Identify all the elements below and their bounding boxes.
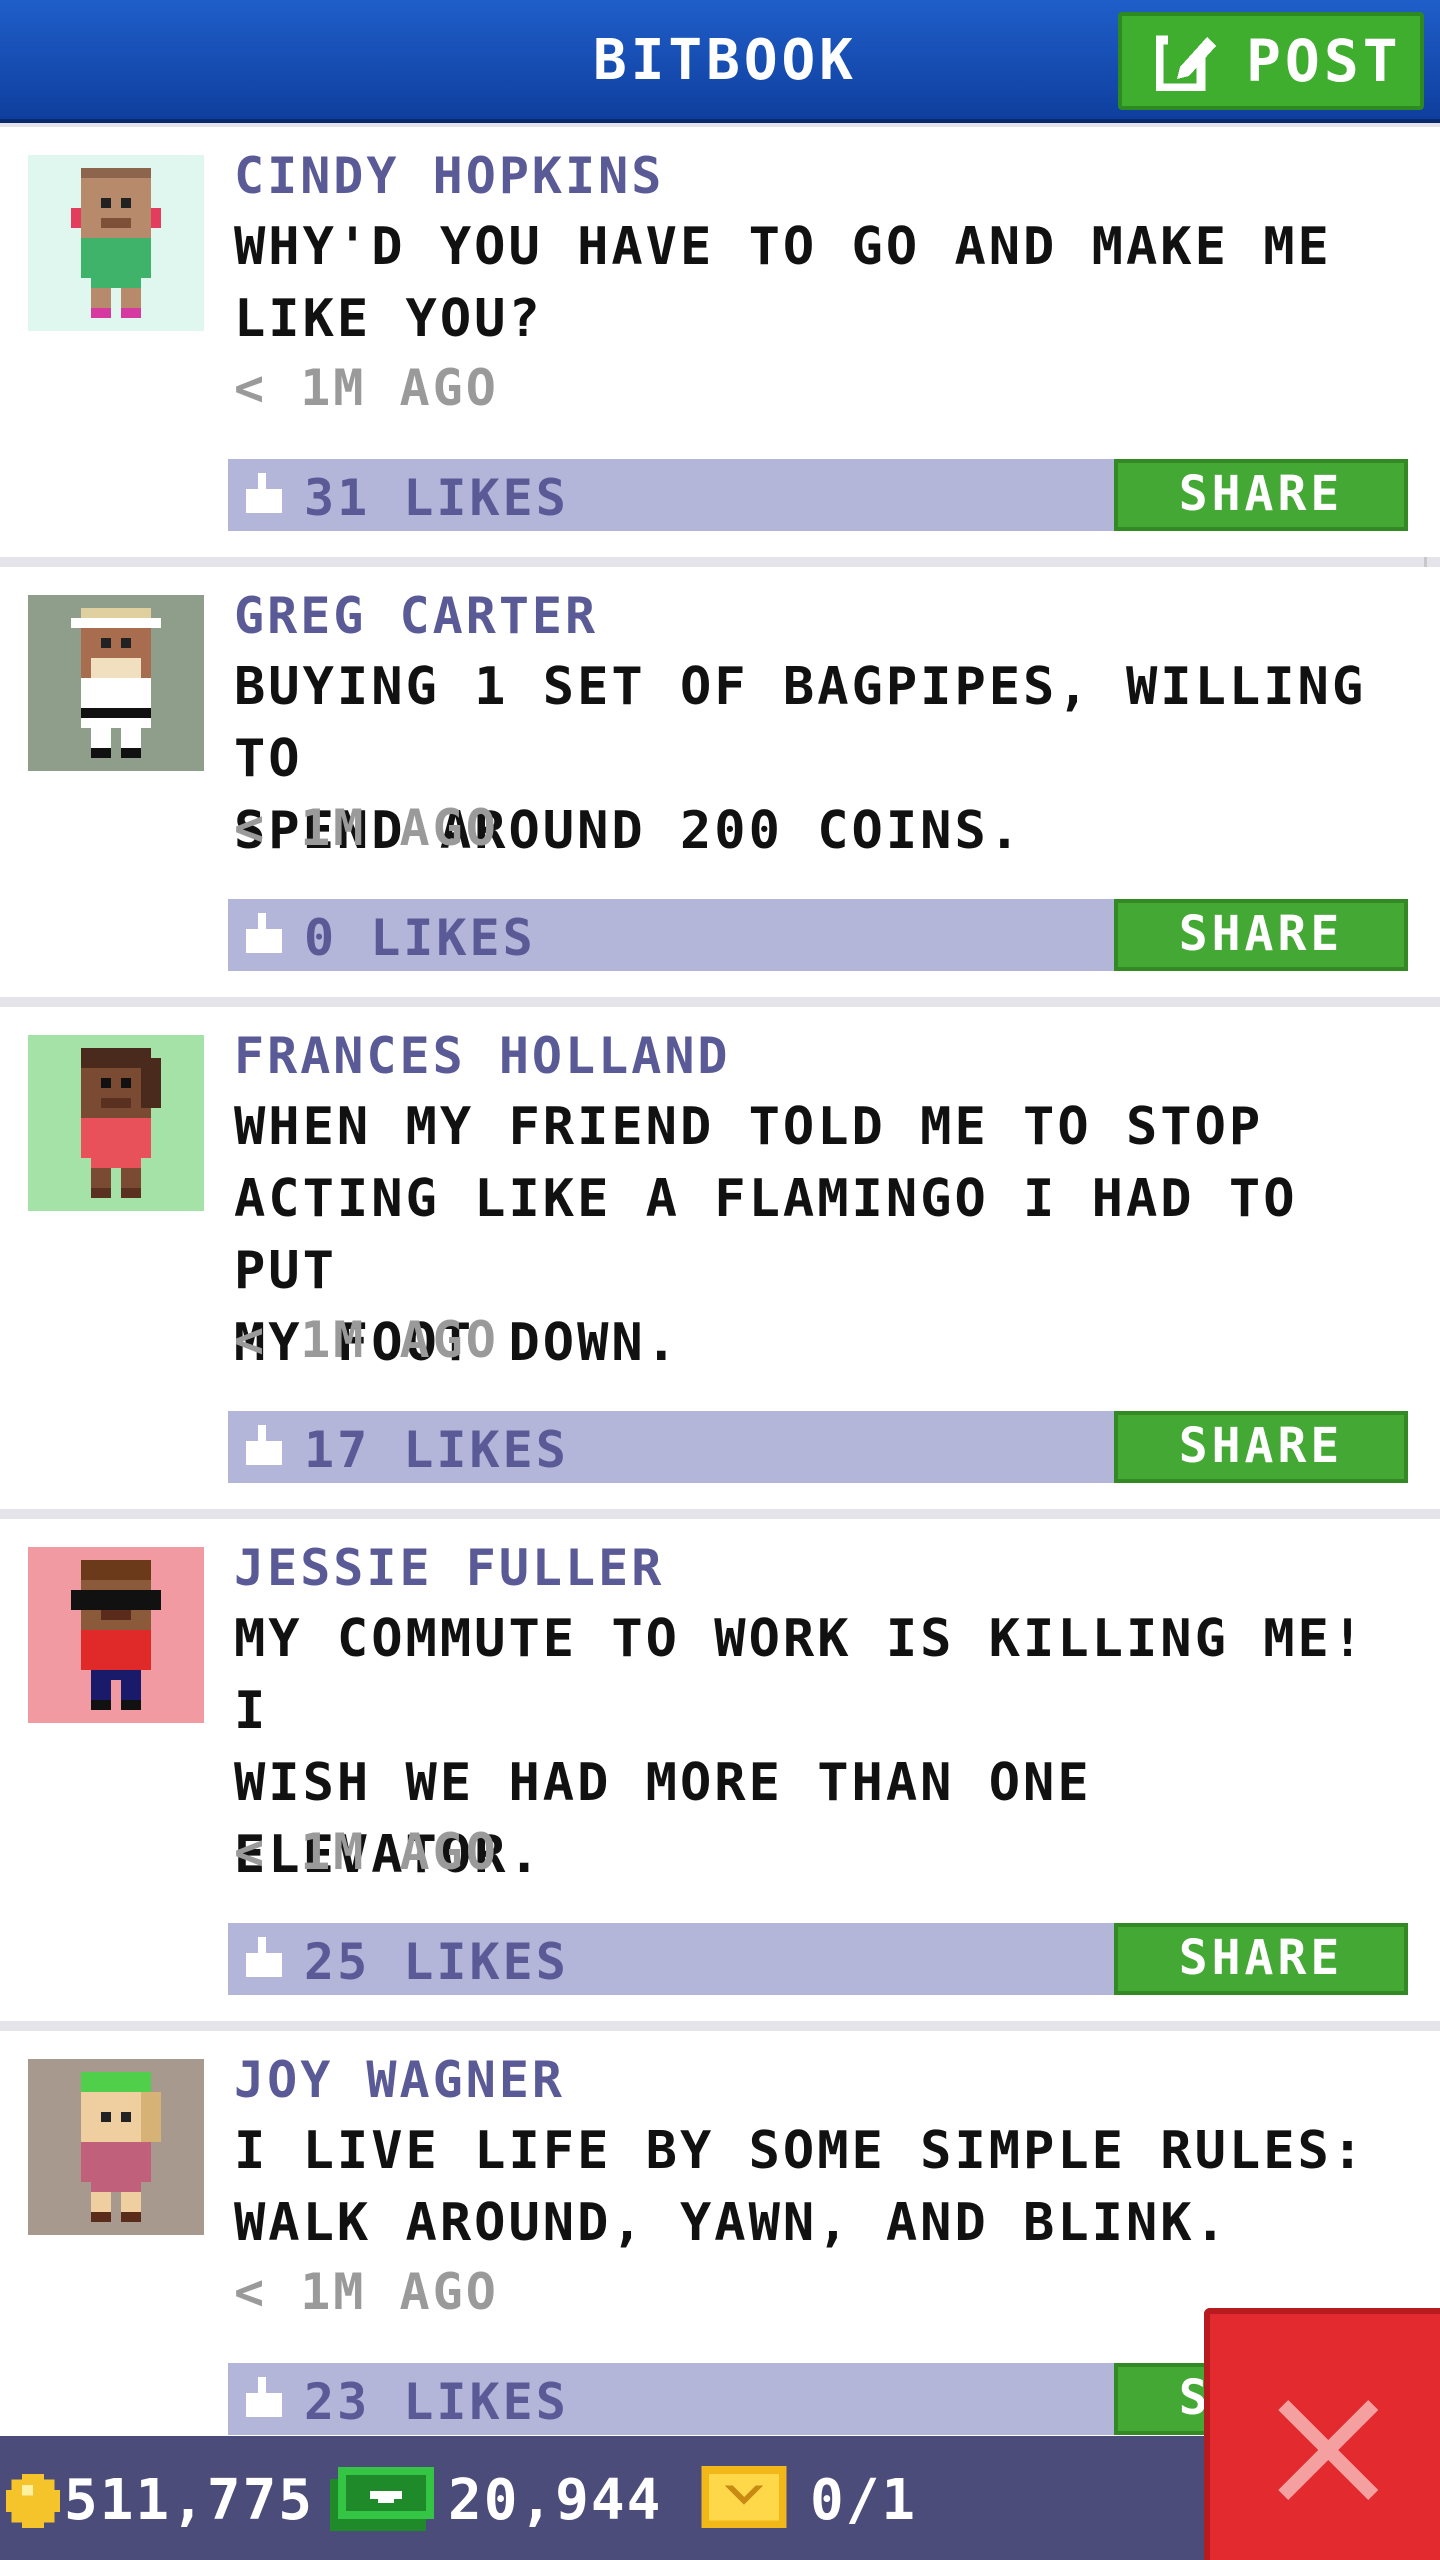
post-card: FRANCES HOLLAND WHEN MY FRIEND TOLD ME T…	[0, 1007, 1440, 1509]
like-count: 0 LIKES	[304, 909, 536, 967]
ticket-icon	[701, 2466, 787, 2528]
like-bar: 0 LIKES SHARE	[228, 899, 1408, 971]
post-time: < 1M AGO	[234, 1311, 499, 1369]
jessie-avatar-icon	[71, 1560, 161, 1710]
post-card: JESSIE FULLER MY COMMUTE TO WORK IS KILL…	[0, 1519, 1440, 2021]
like-count: 17 LIKES	[304, 1421, 569, 1479]
post-author[interactable]: JESSIE FULLER	[234, 1539, 664, 1597]
avatar	[28, 1035, 204, 1211]
post-card: GREG CARTER BUYING 1 SET OF BAGPIPES, WI…	[0, 567, 1440, 997]
post-message-line: WHY'D YOU HAVE TO GO AND MAKE ME	[234, 217, 1332, 277]
post-author[interactable]: GREG CARTER	[234, 587, 598, 645]
avatar	[28, 595, 204, 771]
thumbs-up-icon[interactable]	[242, 1937, 286, 1981]
app-title: BITBOOK	[592, 28, 857, 93]
avatar	[28, 155, 204, 331]
cindy-avatar-icon	[71, 168, 161, 318]
post-label: POST	[1246, 27, 1402, 95]
like-count: 31 LIKES	[304, 469, 569, 527]
like-bar: 17 LIKES SHARE	[228, 1411, 1408, 1483]
avatar	[28, 2059, 204, 2235]
post-message-line: WHEN MY FRIEND TOLD ME TO STOP	[234, 1097, 1264, 1157]
edit-icon	[1156, 31, 1222, 91]
post-message-line: WISH WE HAD MORE THAN ONE	[234, 1753, 1092, 1813]
share-button[interactable]: SHARE	[1114, 459, 1408, 531]
app-header: BITBOOK POST	[0, 0, 1440, 123]
close-button[interactable]	[1204, 2308, 1440, 2560]
post-button[interactable]: POST	[1118, 12, 1424, 110]
post-author[interactable]: FRANCES HOLLAND	[234, 1027, 731, 1085]
thumbs-up-icon[interactable]	[242, 913, 286, 957]
post-message-line: WALK AROUND, YAWN, AND BLINK.	[234, 2193, 1229, 2253]
like-count: 23 LIKES	[304, 2373, 569, 2431]
avatar	[28, 1547, 204, 1723]
share-button[interactable]: SHARE	[1114, 899, 1408, 971]
post-card: CINDY HOPKINS WHY'D YOU HAVE TO GO AND M…	[0, 127, 1440, 557]
like-bar: 31 LIKES SHARE	[228, 459, 1408, 531]
post-message: WHY'D YOU HAVE TO GO AND MAKE ME LIKE YO…	[234, 211, 1430, 355]
like-bar: 25 LIKES SHARE	[228, 1923, 1408, 1995]
post-message-line: I LIVE LIFE BY SOME SIMPLE RULES:	[234, 2121, 1367, 2181]
thumbs-up-icon[interactable]	[242, 1425, 286, 1469]
share-button[interactable]: SHARE	[1114, 1411, 1408, 1483]
post-time: < 1M AGO	[234, 1823, 499, 1881]
bux-icon	[330, 2467, 434, 2531]
greg-avatar-icon	[71, 608, 161, 758]
post-time: < 1M AGO	[234, 359, 499, 417]
post-author[interactable]: JOY WAGNER	[234, 2051, 565, 2109]
thumbs-up-icon[interactable]	[242, 2377, 286, 2421]
coin-icon	[6, 2474, 60, 2528]
coin-count: 511,775	[64, 2468, 315, 2533]
post-message-line: LIKE YOU?	[234, 289, 543, 349]
close-icon	[1278, 2400, 1378, 2500]
post-author[interactable]: CINDY HOPKINS	[234, 147, 664, 205]
post-message-line: ACTING LIKE A FLAMINGO I HAD TO PUT	[234, 1169, 1298, 1301]
like-count: 25 LIKES	[304, 1933, 569, 1991]
post-message-line: MY COMMUTE TO WORK IS KILLING ME! I	[234, 1609, 1367, 1741]
post-message: I LIVE LIFE BY SOME SIMPLE RULES: WALK A…	[234, 2115, 1430, 2259]
thumbs-up-icon[interactable]	[242, 473, 286, 517]
share-button[interactable]: SHARE	[1114, 1923, 1408, 1995]
ticket-count: 0/1	[810, 2468, 918, 2533]
post-message-line: BUYING 1 SET OF BAGPIPES, WILLING TO	[234, 657, 1367, 789]
frances-avatar-icon	[81, 1048, 161, 1198]
post-time: < 1M AGO	[234, 2263, 499, 2321]
joy-avatar-icon	[81, 2072, 161, 2222]
post-time: < 1M AGO	[234, 799, 499, 857]
bux-count: 20,944	[448, 2468, 663, 2533]
